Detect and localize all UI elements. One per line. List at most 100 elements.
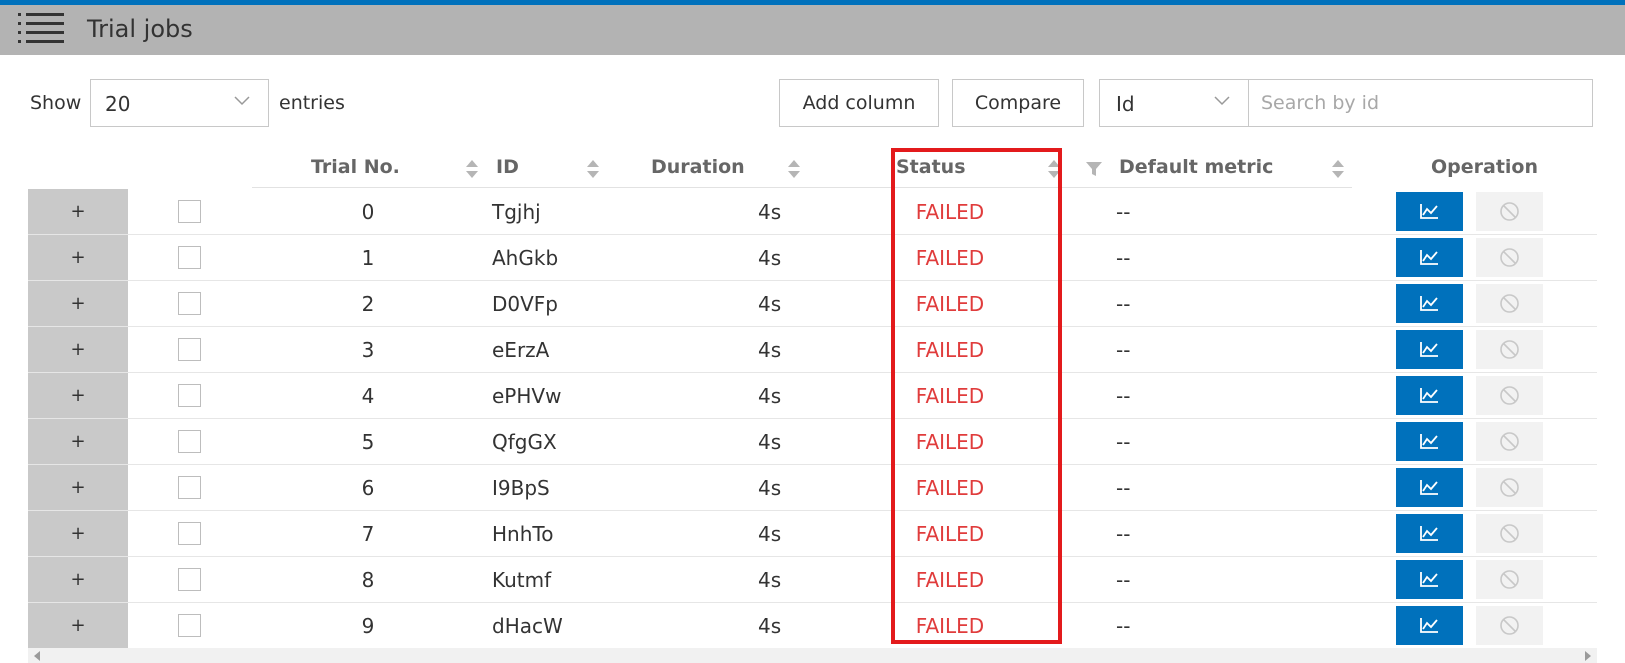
sort-icon[interactable] bbox=[465, 158, 479, 180]
title-bar: Trial jobs bbox=[0, 5, 1625, 55]
expand-row-button[interactable]: + bbox=[28, 373, 128, 418]
ban-icon bbox=[1500, 432, 1519, 451]
view-detail-button[interactable] bbox=[1396, 192, 1463, 231]
kill-trial-button[interactable] bbox=[1476, 376, 1543, 415]
column-header-default-metric[interactable]: Default metric bbox=[1119, 156, 1273, 178]
trial-no-cell: 8 bbox=[361, 568, 375, 592]
column-header-trial-no[interactable]: Trial No. bbox=[311, 156, 400, 178]
kill-trial-button[interactable] bbox=[1476, 238, 1543, 277]
duration-cell: 4s bbox=[758, 614, 782, 638]
trial-no-cell: 6 bbox=[361, 476, 375, 500]
row-checkbox[interactable] bbox=[178, 430, 201, 453]
sort-icon[interactable] bbox=[787, 158, 801, 180]
column-header-status[interactable]: Status bbox=[896, 156, 966, 178]
hamburger-list-icon[interactable] bbox=[18, 11, 66, 47]
status-cell: FAILED bbox=[915, 384, 985, 408]
header-divider bbox=[252, 187, 1352, 188]
trial-no-cell: 7 bbox=[361, 522, 375, 546]
filter-icon[interactable] bbox=[1086, 161, 1102, 177]
sort-icon[interactable] bbox=[1047, 158, 1061, 180]
column-header-duration[interactable]: Duration bbox=[651, 156, 745, 178]
kill-trial-button[interactable] bbox=[1476, 330, 1543, 369]
scroll-right-arrow-icon[interactable] bbox=[1585, 651, 1591, 661]
metric-cell: -- bbox=[1116, 522, 1131, 546]
status-cell: FAILED bbox=[915, 292, 985, 316]
sort-icon[interactable] bbox=[1331, 158, 1345, 180]
line-chart-icon bbox=[1420, 342, 1438, 357]
expand-row-button[interactable]: + bbox=[28, 465, 128, 510]
kill-trial-button[interactable] bbox=[1476, 284, 1543, 323]
metric-cell: -- bbox=[1116, 338, 1131, 362]
kill-trial-button[interactable] bbox=[1476, 192, 1543, 231]
id-cell: Tgjhj bbox=[492, 200, 541, 224]
expand-row-button[interactable]: + bbox=[28, 419, 128, 464]
page-title: Trial jobs bbox=[87, 15, 193, 43]
page-size-value: 20 bbox=[105, 92, 131, 116]
line-chart-icon bbox=[1420, 434, 1438, 449]
duration-cell: 4s bbox=[758, 568, 782, 592]
view-detail-button[interactable] bbox=[1396, 238, 1463, 277]
horizontal-scrollbar[interactable] bbox=[28, 648, 1597, 663]
view-detail-button[interactable] bbox=[1396, 606, 1463, 645]
duration-cell: 4s bbox=[758, 476, 782, 500]
kill-trial-button[interactable] bbox=[1476, 422, 1543, 461]
ban-icon bbox=[1500, 570, 1519, 589]
add-column-button[interactable]: Add column bbox=[779, 79, 939, 127]
expand-row-button[interactable]: + bbox=[28, 557, 128, 602]
row-checkbox[interactable] bbox=[178, 614, 201, 637]
row-checkbox[interactable] bbox=[178, 384, 201, 407]
expand-row-button[interactable]: + bbox=[28, 327, 128, 372]
row-checkbox[interactable] bbox=[178, 522, 201, 545]
row-checkbox[interactable] bbox=[178, 200, 201, 223]
column-header-operation: Operation bbox=[1431, 156, 1539, 178]
metric-cell: -- bbox=[1116, 292, 1131, 316]
kill-trial-button[interactable] bbox=[1476, 468, 1543, 507]
id-cell: AhGkb bbox=[492, 246, 559, 270]
metric-cell: -- bbox=[1116, 568, 1131, 592]
show-label: Show bbox=[30, 92, 82, 114]
row-checkbox[interactable] bbox=[178, 568, 201, 591]
metric-cell: -- bbox=[1116, 246, 1131, 270]
view-detail-button[interactable] bbox=[1396, 514, 1463, 553]
id-cell: eErzA bbox=[492, 338, 550, 362]
expand-row-button[interactable]: + bbox=[28, 189, 128, 234]
view-detail-button[interactable] bbox=[1396, 376, 1463, 415]
line-chart-icon bbox=[1420, 388, 1438, 403]
expand-row-button[interactable]: + bbox=[28, 603, 128, 648]
view-detail-button[interactable] bbox=[1396, 560, 1463, 599]
duration-cell: 4s bbox=[758, 338, 782, 362]
id-cell: ePHVw bbox=[492, 384, 562, 408]
expand-row-button[interactable]: + bbox=[28, 511, 128, 556]
column-header-id[interactable]: ID bbox=[496, 156, 519, 178]
expand-row-button[interactable]: + bbox=[28, 281, 128, 326]
duration-cell: 4s bbox=[758, 292, 782, 316]
status-cell: FAILED bbox=[915, 200, 985, 224]
id-cell: dHacW bbox=[492, 614, 563, 638]
scroll-left-arrow-icon[interactable] bbox=[34, 651, 40, 661]
kill-trial-button[interactable] bbox=[1476, 514, 1543, 553]
status-cell: FAILED bbox=[915, 430, 985, 454]
search-input[interactable] bbox=[1248, 79, 1593, 127]
view-detail-button[interactable] bbox=[1396, 468, 1463, 507]
row-checkbox[interactable] bbox=[178, 246, 201, 269]
expand-row-button[interactable]: + bbox=[28, 235, 128, 280]
kill-trial-button[interactable] bbox=[1476, 606, 1543, 645]
status-cell: FAILED bbox=[915, 246, 985, 270]
view-detail-button[interactable] bbox=[1396, 284, 1463, 323]
id-cell: D0VFp bbox=[492, 292, 559, 316]
ban-icon bbox=[1500, 524, 1519, 543]
view-detail-button[interactable] bbox=[1396, 330, 1463, 369]
search-type-select[interactable]: Id bbox=[1099, 79, 1249, 127]
row-checkbox[interactable] bbox=[178, 476, 201, 499]
page-size-select[interactable]: 20 bbox=[90, 79, 269, 127]
kill-trial-button[interactable] bbox=[1476, 560, 1543, 599]
row-checkbox[interactable] bbox=[178, 338, 201, 361]
compare-button[interactable]: Compare bbox=[952, 79, 1084, 127]
view-detail-button[interactable] bbox=[1396, 422, 1463, 461]
sort-icon[interactable] bbox=[586, 158, 600, 180]
row-checkbox[interactable] bbox=[178, 292, 201, 315]
line-chart-icon bbox=[1420, 618, 1438, 633]
entries-label: entries bbox=[279, 92, 345, 114]
metric-cell: -- bbox=[1116, 614, 1131, 638]
metric-cell: -- bbox=[1116, 384, 1131, 408]
